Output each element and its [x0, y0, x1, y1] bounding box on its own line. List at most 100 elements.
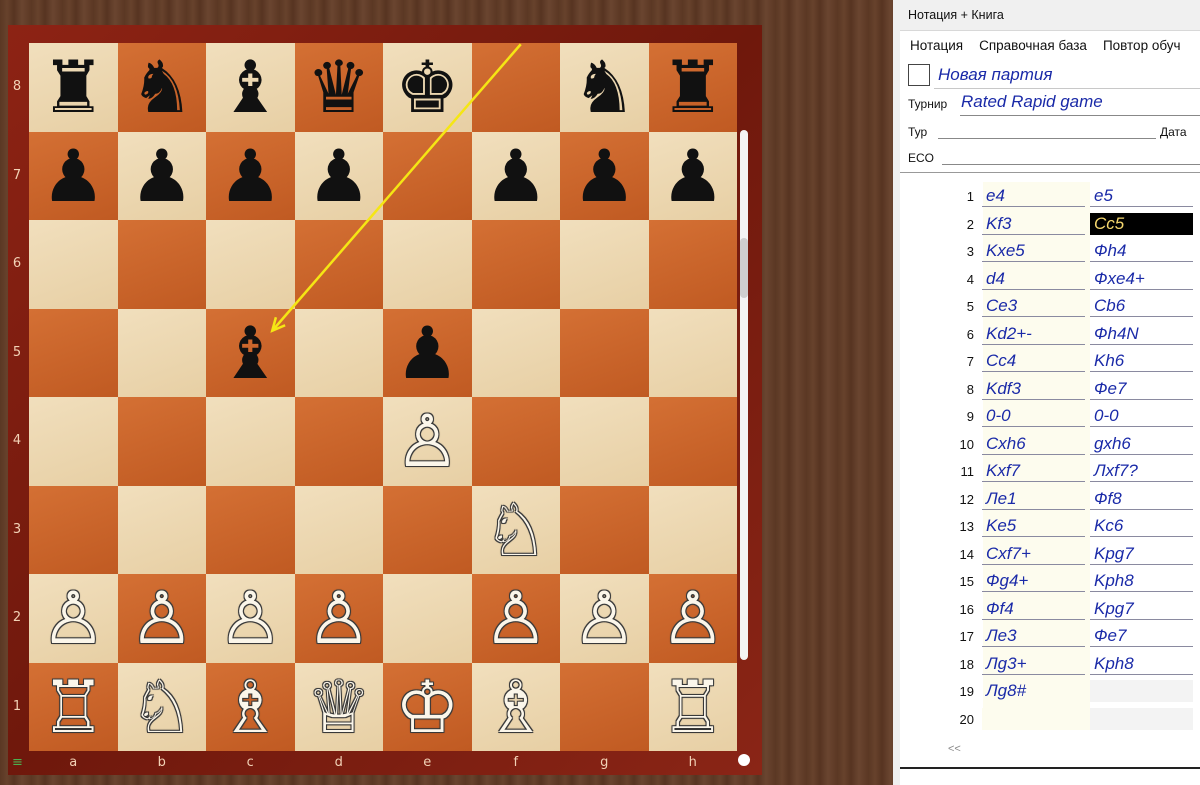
move-row: 14 Cxf7+ Kpg7 — [900, 540, 1200, 568]
round-label: Тур — [908, 125, 928, 139]
black-move[interactable]: Kph8 — [1090, 570, 1193, 592]
white-move[interactable]: e4 — [982, 185, 1085, 207]
move-row: 19 Лg8# — [900, 677, 1200, 705]
date-label: Дата — [1160, 125, 1187, 139]
move-number: 9 — [966, 409, 974, 424]
black-move[interactable]: Cc5 — [1090, 212, 1193, 235]
black-move[interactable]: Лxf7? — [1090, 460, 1193, 482]
move-row: 4 d4 Фxe4+ — [900, 265, 1200, 293]
move-number: 4 — [966, 271, 974, 287]
white-move[interactable]: Фf4 — [982, 598, 1085, 620]
move-number: 15 — [959, 574, 974, 589]
board-scrollbar[interactable] — [740, 130, 748, 660]
white-move[interactable]: Cxf7+ — [982, 543, 1085, 565]
move-number: 13 — [959, 519, 974, 534]
board-scrollbar-thumb[interactable] — [740, 238, 748, 298]
black-move[interactable]: Kpg7 — [1090, 543, 1193, 565]
tab-training-repeat[interactable]: Повтор обуч — [1093, 30, 1187, 53]
black-move[interactable]: 0-0 — [1090, 405, 1193, 427]
white-move[interactable]: Ле3 — [982, 625, 1085, 647]
black-move[interactable] — [1090, 680, 1193, 702]
white-move[interactable]: Ле1 — [982, 488, 1085, 510]
game-title[interactable]: Новая партия — [938, 65, 1052, 85]
white-move[interactable]: Cxh6 — [982, 433, 1085, 455]
tournament-value[interactable]: Rated Rapid game — [961, 92, 1103, 112]
white-move[interactable]: Ce3 — [982, 295, 1085, 317]
white-move[interactable]: Фg4+ — [982, 570, 1085, 592]
tab-notation[interactable]: Нотация — [900, 30, 969, 53]
tab-reference-base[interactable]: Справочная база — [969, 30, 1093, 53]
move-row: 16 Фf4 Kpg7 — [900, 595, 1200, 623]
move-number: 14 — [959, 546, 974, 562]
move-number: 11 — [960, 464, 975, 479]
white-move[interactable]: Лg3+ — [982, 653, 1085, 675]
move-number: 7 — [966, 354, 974, 369]
white-move[interactable]: d4 — [982, 268, 1085, 290]
black-move[interactable]: Фe7 — [1090, 625, 1193, 647]
eco-label: ECO — [908, 151, 935, 165]
white-move[interactable]: Kdf3 — [982, 378, 1085, 400]
move-row: 20 — [900, 705, 1200, 733]
white-move[interactable]: Лg8# — [982, 680, 1085, 702]
move-row: 5 Ce3 Cb6 — [900, 292, 1200, 320]
black-move[interactable]: Фh4N — [1090, 323, 1193, 345]
white-move[interactable]: Kf3 — [982, 213, 1085, 235]
white-move[interactable]: Ke5 — [982, 515, 1085, 537]
black-move[interactable]: Cb6 — [1090, 295, 1193, 317]
panel-tabs: Нотация Справочная база Повтор обуч — [900, 30, 1200, 58]
nav-prev-button[interactable]: << — [948, 743, 961, 755]
black-move[interactable]: Kph8 — [1090, 653, 1193, 675]
move-row: 7 Cc4 Kh6 — [900, 347, 1200, 375]
move-row: 11 Kxf7 Лxf7? — [900, 457, 1200, 485]
panel-title: Нотация + Книга — [900, 0, 1200, 31]
white-move[interactable]: Kd2+- — [982, 323, 1085, 345]
move-number: 17 — [959, 629, 974, 644]
move-row: 15 Фg4+ Kph8 — [900, 567, 1200, 595]
move-number: 8 — [966, 381, 974, 397]
white-move[interactable]: 0-0 — [982, 405, 1085, 427]
move-row: 2 Kf3 Cc5 — [900, 210, 1200, 238]
black-move[interactable]: gxh6 — [1090, 433, 1193, 455]
last-move-arrow — [270, 43, 522, 333]
move-list: 1 e4 e5 2 Kf3 Cc5 3 Kxe5 Фh4 4 d4 Фxe4+ 5 Ce3 Cb6 6 Kd2+… — [900, 182, 1200, 742]
move-row: 9 0-0 0-0 — [900, 402, 1200, 430]
move-row: 10 Cxh6 gxh6 — [900, 430, 1200, 458]
black-move[interactable]: Kh6 — [1090, 350, 1193, 372]
tournament-underline — [960, 115, 1200, 116]
move-number: 2 — [966, 216, 974, 232]
arrow-shaft — [271, 43, 522, 332]
white-move[interactable]: Cc4 — [982, 350, 1085, 372]
move-row: 12 Ле1 Фf8 — [900, 485, 1200, 513]
move-number: 12 — [959, 491, 974, 507]
move-row: 6 Kd2+- Фh4N — [900, 320, 1200, 348]
move-row: 13 Ke5 Kc6 — [900, 512, 1200, 540]
move-number: 20 — [959, 711, 974, 727]
game-checkbox[interactable] — [908, 64, 930, 86]
black-move[interactable]: Фe7 — [1090, 378, 1193, 400]
black-move[interactable]: Фxe4+ — [1090, 268, 1193, 290]
move-number: 19 — [959, 684, 974, 699]
black-move[interactable]: Kpg7 — [1090, 598, 1193, 620]
round-field[interactable] — [938, 138, 1156, 139]
white-move[interactable] — [982, 707, 1085, 730]
black-move[interactable]: Фh4 — [1090, 240, 1193, 262]
game-title-row: Новая партия — [900, 60, 1200, 89]
flip-board-icon[interactable] — [738, 754, 750, 766]
eco-field[interactable] — [942, 164, 1200, 165]
move-number: 16 — [959, 601, 974, 617]
black-move[interactable] — [1090, 707, 1193, 730]
move-number: 3 — [966, 244, 974, 259]
move-number: 10 — [959, 436, 974, 452]
notation-panel: Нотация + Книга Нотация Справочная база По… — [900, 0, 1200, 785]
black-move[interactable]: Фf8 — [1090, 488, 1193, 510]
divider — [934, 88, 1200, 89]
white-move[interactable]: Kxf7 — [982, 460, 1085, 482]
move-row: 18 Лg3+ Kph8 — [900, 650, 1200, 678]
move-row: 3 Kxe5 Фh4 — [900, 237, 1200, 265]
black-move[interactable]: Kc6 — [1090, 515, 1193, 537]
move-row: 17 Ле3 Фe7 — [900, 622, 1200, 650]
move-number: 1 — [966, 189, 974, 204]
white-move[interactable]: Kxe5 — [982, 240, 1085, 262]
menu-icon[interactable]: ≡ — [12, 755, 23, 770]
black-move[interactable]: e5 — [1090, 185, 1193, 207]
